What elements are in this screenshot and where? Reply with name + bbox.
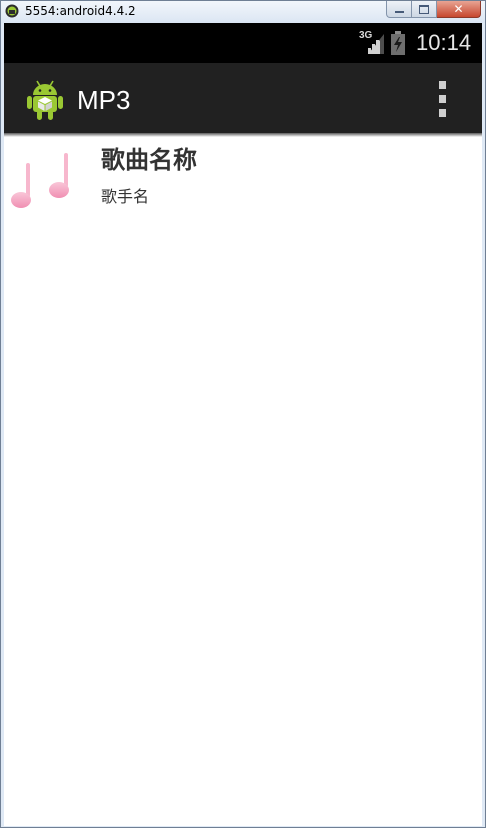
maximize-button[interactable] (412, 1, 437, 18)
app-title: MP3 (77, 85, 131, 115)
status-bar: 3G 10:14 (4, 23, 482, 63)
song-artist: 歌手名 (101, 187, 150, 206)
android-app-icon[interactable] (26, 79, 64, 121)
minimize-icon (394, 11, 404, 13)
close-button[interactable]: ✕ (437, 1, 481, 18)
android-screen: 3G 10:14 MP3 歌曲名称 歌手名 (4, 23, 482, 826)
close-icon: ✕ (453, 2, 464, 16)
overflow-menu-icon[interactable] (434, 81, 450, 117)
overflow-dot (438, 109, 446, 117)
battery-charging-icon (391, 31, 405, 55)
window-titlebar[interactable]: 5554:android4.4.2 ✕ (1, 1, 485, 23)
song-list: 歌曲名称 歌手名 (4, 137, 482, 227)
overflow-dot (438, 95, 446, 103)
emulator-window: 5554:android4.4.2 ✕ 3G 10:14 MP3 歌曲名称 歌手… (0, 0, 486, 828)
list-item[interactable]: 歌曲名称 歌手名 (4, 137, 482, 227)
maximize-icon (419, 4, 429, 14)
song-title: 歌曲名称 (101, 146, 197, 174)
music-note-icon (11, 153, 69, 208)
overflow-dot (438, 81, 446, 89)
minimize-button[interactable] (386, 1, 412, 18)
emulator-app-icon (5, 4, 19, 18)
status-clock: 10:14 (416, 30, 472, 55)
window-controls: ✕ (386, 1, 481, 19)
window-title: 5554:android4.4.2 (25, 4, 136, 18)
signal-icon (368, 34, 384, 54)
action-bar: MP3 (4, 63, 482, 133)
